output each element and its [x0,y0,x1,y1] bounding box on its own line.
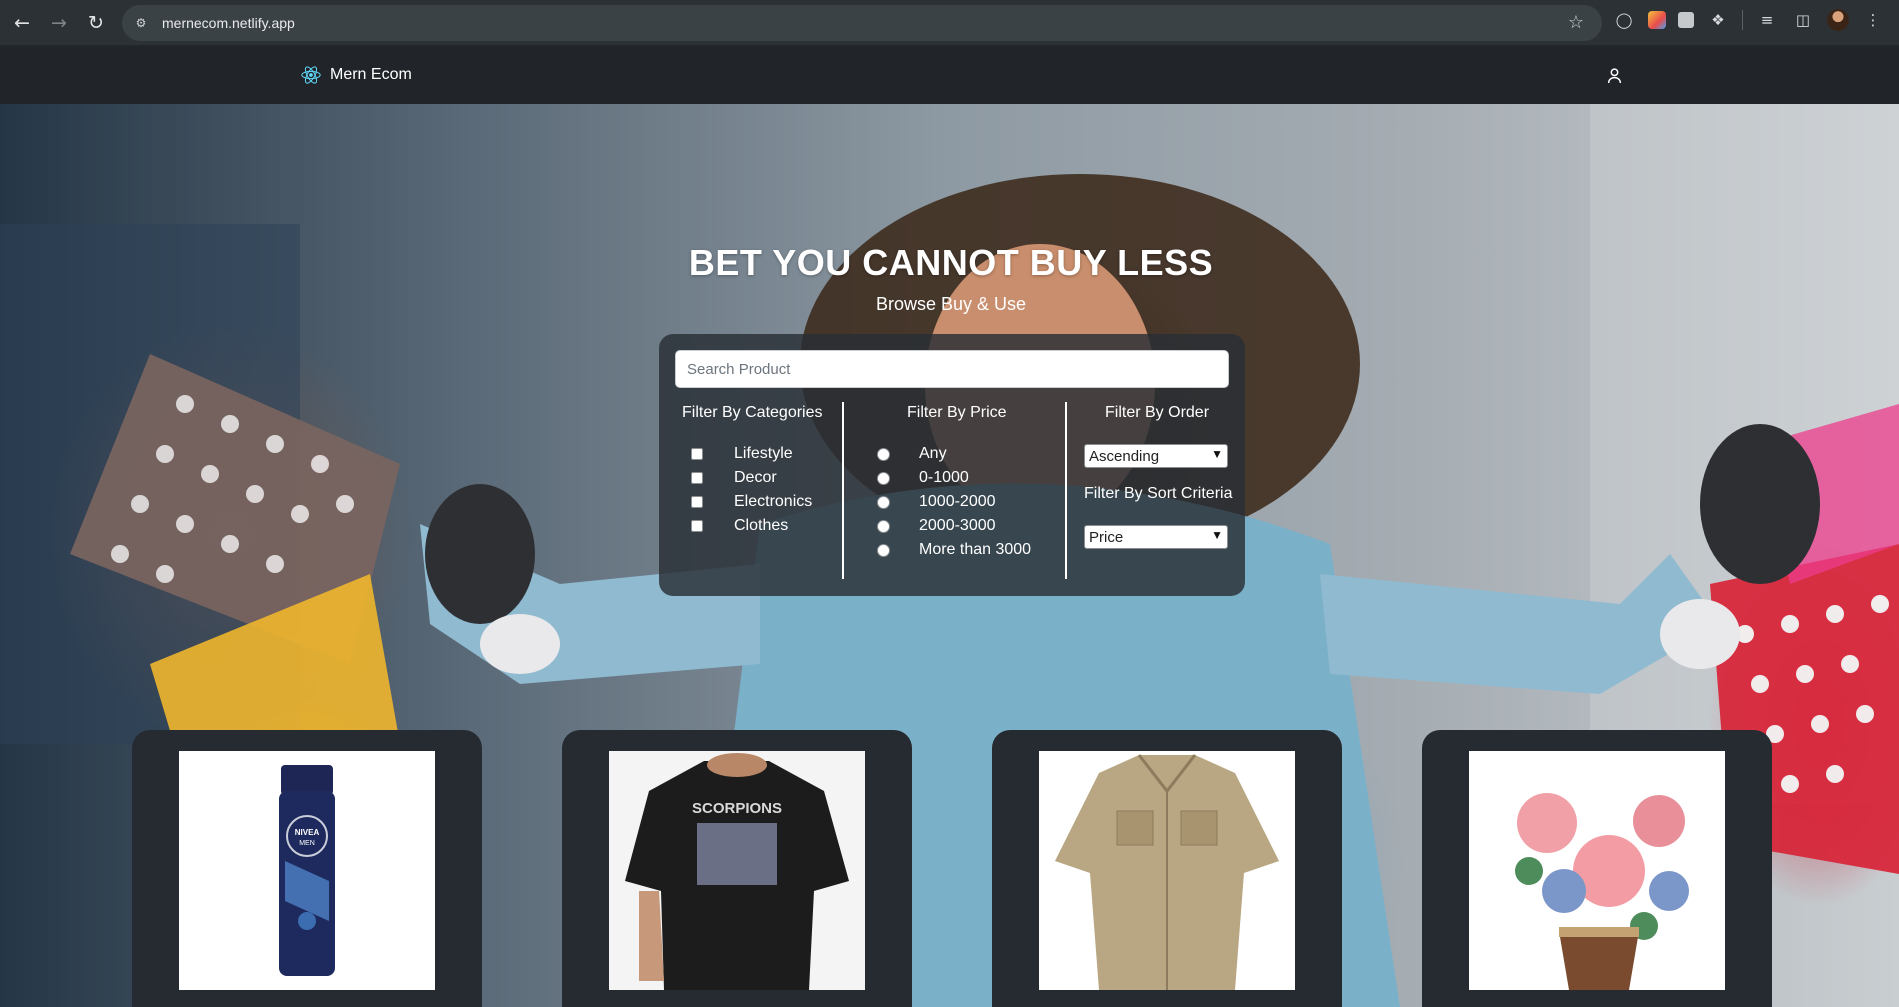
price-label: 2000-3000 [919,517,996,534]
site-info-icon[interactable]: ⚙ [132,14,150,32]
categories-heading: Filter By Categories [682,404,823,421]
category-checkbox[interactable] [691,496,703,508]
react-logo-icon [301,66,321,84]
reload-icon[interactable]: ↻ [79,6,113,40]
hero-section: BET YOU CANNOT BUY LESS Browse Buy & Use… [0,104,1899,1007]
price-label: More than 3000 [919,541,1032,558]
toolbar-divider [1742,10,1743,30]
category-label: Clothes [734,517,789,534]
category-option[interactable]: Lifestyle [691,445,793,463]
category-checkbox[interactable] [691,448,703,460]
price-option[interactable]: Any [877,445,947,463]
category-option[interactable]: Decor [691,469,777,487]
price-label: 0-1000 [919,469,969,486]
category-checkbox[interactable] [691,520,703,532]
extension-image-icon[interactable] [1678,12,1694,28]
reading-list-icon[interactable]: ≡ [1755,8,1779,32]
extensions-puzzle-icon[interactable]: ❖ [1706,8,1730,32]
hero-title: BET YOU CANNOT BUY LESS [688,242,1214,283]
forward-arrow-icon[interactable]: → [42,6,76,40]
product-image[interactable] [1039,751,1295,990]
sort-selected-value: Price [1089,528,1124,546]
order-heading: Filter By Order [1105,404,1210,421]
hero-subtitle: Browse Buy & Use [875,294,1027,314]
brand-link[interactable]: Mern Ecom [300,64,412,86]
order-select[interactable]: Ascending ▼ [1084,444,1228,468]
deodorant-line: MEN [299,840,315,847]
price-option[interactable]: More than 3000 [877,541,1031,559]
browser-toolbar: ← → ↻ ⚙ mernecom.netlify.app ☆ ◯ ❖ ≡ ◫ ⋮ [0,0,1899,46]
address-bar[interactable]: ⚙ mernecom.netlify.app ☆ [122,5,1602,41]
price-label: Any [919,445,947,462]
price-radio[interactable] [877,495,890,509]
back-arrow-icon[interactable]: ← [5,6,39,40]
product-card[interactable]: SCORPIONS [562,730,912,1007]
product-card[interactable] [1422,730,1772,1007]
order-selected-value: Ascending [1089,447,1160,465]
extensions-area: ◯ ❖ ≡ ◫ ⋮ [1612,8,1885,32]
price-radio[interactable] [877,471,890,485]
category-label: Lifestyle [734,445,793,462]
url-text[interactable]: mernecom.netlify.app [162,15,295,31]
product-card[interactable] [992,730,1342,1007]
product-image[interactable]: NIVEA MEN [179,751,435,990]
price-option[interactable]: 1000-2000 [877,493,996,511]
price-radio[interactable] [877,543,890,557]
price-option[interactable]: 0-1000 [877,469,969,487]
brand-name[interactable]: Mern Ecom [330,66,412,84]
user-icon[interactable] [1606,67,1623,84]
category-checkbox[interactable] [691,472,703,484]
category-option[interactable]: Clothes [691,517,788,535]
price-option[interactable]: 2000-3000 [877,517,996,535]
category-label: Electronics [734,493,813,510]
category-option[interactable]: Electronics [691,493,812,511]
chevron-down-icon: ▼ [1211,447,1223,461]
profile-avatar[interactable] [1827,9,1849,31]
side-panel-icon[interactable]: ◫ [1791,8,1815,32]
extension-color-icon[interactable] [1648,11,1666,29]
price-radio[interactable] [877,447,890,461]
tshirt-band: SCORPIONS [692,800,782,817]
column-divider [842,402,844,579]
chevron-down-icon: ▼ [1211,528,1223,542]
site-navbar: Mern Ecom [0,46,1899,104]
sort-select[interactable]: Price ▼ [1084,525,1228,549]
product-image[interactable] [1469,751,1725,990]
menu-dots-icon[interactable]: ⋮ [1861,8,1885,32]
bookmark-star-icon[interactable]: ☆ [1568,12,1584,33]
sort-heading: Filter By Sort Criteria [1084,485,1233,502]
category-label: Decor [734,469,777,486]
product-card[interactable]: NIVEA MEN [132,730,482,1007]
filter-panel: Filter By Categories Lifestyle Decor Ele… [659,334,1245,596]
deodorant-brand: NIVEA [295,828,320,837]
extension-circle-icon[interactable]: ◯ [1612,8,1636,32]
price-label: 1000-2000 [919,493,996,510]
price-heading: Filter By Price [907,404,1007,421]
product-image[interactable]: SCORPIONS [609,751,865,990]
column-divider [1065,402,1067,579]
price-radio[interactable] [877,519,890,533]
search-input[interactable] [675,350,1229,388]
